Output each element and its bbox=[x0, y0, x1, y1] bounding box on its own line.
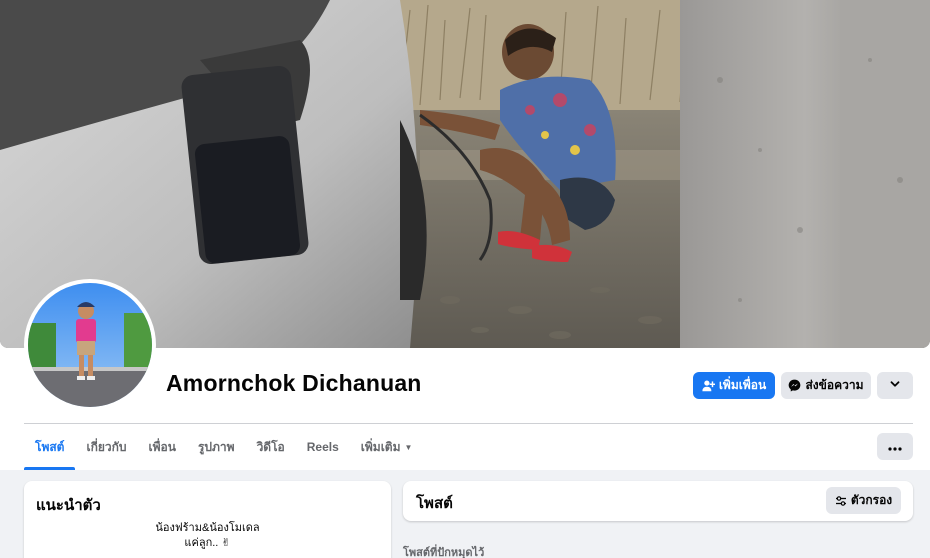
overflow-menu-button[interactable] bbox=[877, 433, 913, 460]
filter-button[interactable]: ตัวกรอง bbox=[826, 487, 901, 514]
person-plus-icon bbox=[702, 379, 715, 392]
profile-name: Amornchok Dichanuan bbox=[166, 370, 422, 396]
tab-photos[interactable]: รูปภาพ bbox=[187, 424, 246, 470]
tab-more[interactable]: เพิ่มเติม ▼ bbox=[350, 424, 424, 470]
ellipsis-icon bbox=[888, 440, 902, 454]
tab-friends[interactable]: เพื่อน bbox=[138, 424, 187, 470]
add-friend-button[interactable]: เพิ่มเพื่อน bbox=[693, 372, 775, 399]
profile-avatar[interactable] bbox=[24, 279, 156, 411]
avatar-image bbox=[28, 283, 152, 407]
messenger-icon bbox=[788, 379, 801, 392]
tab-posts[interactable]: โพสต์ bbox=[24, 424, 76, 470]
intro-bio: น้องฟร้าม&น้องโมเดล แค่ลูก.. ✌ bbox=[24, 521, 391, 551]
cover-photo-image bbox=[0, 0, 930, 348]
intro-title: แนะนำตัว bbox=[36, 497, 101, 514]
more-options-button[interactable] bbox=[877, 372, 913, 399]
caret-down-icon: ▼ bbox=[404, 442, 413, 452]
tab-reels[interactable]: Reels bbox=[296, 424, 350, 470]
posts-card: โพสต์ ตัวกรอง bbox=[403, 481, 913, 521]
tab-videos[interactable]: วิดีโอ bbox=[246, 424, 296, 470]
posts-title: โพสต์ bbox=[416, 495, 453, 512]
filter-label: ตัวกรอง bbox=[850, 493, 893, 507]
sliders-icon bbox=[835, 495, 847, 507]
profile-tabs: โพสต์ เกี่ยวกับ เพื่อน รูปภาพ วิดีโอ Ree… bbox=[24, 424, 423, 470]
add-friend-label: เพิ่มเพื่อน bbox=[718, 378, 767, 392]
message-label: ส่งข้อความ bbox=[805, 378, 864, 392]
profile-page: Amornchok Dichanuan เพิ่มเพื่อน ส่งข้อคว… bbox=[0, 0, 930, 558]
cover-photo[interactable] bbox=[0, 0, 930, 348]
chevron-down-icon bbox=[889, 378, 901, 393]
avatar-photo bbox=[28, 283, 152, 407]
bio-line-1: น้องฟร้าม&น้องโมเดล bbox=[155, 522, 260, 534]
tab-about[interactable]: เกี่ยวกับ bbox=[75, 424, 137, 470]
bio-line-2: แค่ลูก.. ✌ bbox=[184, 537, 231, 549]
message-button[interactable]: ส่งข้อความ bbox=[781, 372, 871, 399]
pinned-posts-label: โพสต์ที่ปักหมุดไว้ bbox=[403, 547, 485, 558]
intro-card: แนะนำตัว น้องฟร้าม&น้องโมเดล แค่ลูก.. ✌ bbox=[24, 481, 391, 558]
